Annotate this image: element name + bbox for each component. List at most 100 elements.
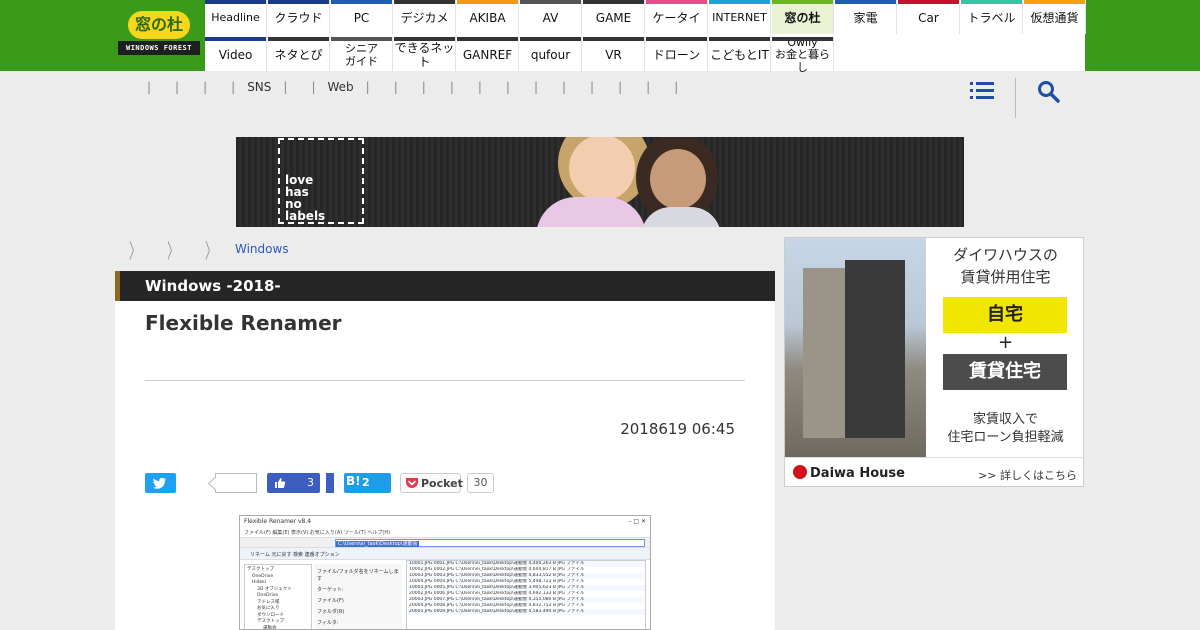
ad-more-link[interactable]: >> 詳しくはこちら (978, 467, 1077, 483)
nav-item-r1-9[interactable]: 窓の杜 (772, 0, 834, 34)
nav-item-label: 窓の杜 (784, 10, 821, 25)
nav-item-r1-6[interactable]: GAME (583, 0, 645, 34)
subnav-separator: | (231, 80, 236, 94)
subnav-separator: | (562, 80, 567, 94)
ad-banner[interactable]: love has no labels (236, 137, 964, 227)
banner-logo-box: love has no labels (278, 138, 364, 224)
nav-item-color-bar (331, 37, 392, 41)
window-controls-icon: – □ ✕ (628, 518, 646, 525)
nav-item-r1-5[interactable]: AV (520, 0, 582, 34)
nav-item-label: AV (542, 10, 559, 25)
subnav-separator: | (203, 80, 208, 94)
subnav-separator: | (618, 80, 623, 94)
site-logo[interactable]: 窓の杜 WINDOWS FOREST (118, 9, 200, 55)
ad-headline-line: ダイワハウスの (953, 246, 1058, 264)
sidebar-ad[interactable]: ダイワハウスの 賃貸併用住宅 自宅 + 賃貸住宅 家賃収入で 住宅ローン負担軽減… (784, 237, 1084, 487)
nav-item-r2-5[interactable]: qufour (520, 37, 582, 71)
nav-item-color-bar (709, 0, 770, 4)
nav-item-r1-2[interactable]: PC (331, 0, 393, 34)
nav-item-color-bar (520, 37, 581, 41)
pocket-button[interactable]: Pocket (400, 473, 463, 493)
category-subnav: | | | | SNS | | Web | | | | | | | | | | … (135, 79, 690, 95)
divider (145, 380, 745, 381)
menu-icon[interactable] (970, 80, 994, 102)
nav-item-label: こどもとIT (710, 47, 769, 62)
ad-brand: Daiwa House (793, 465, 905, 481)
subnav-separator: | (365, 80, 370, 94)
nav-item-r2-3[interactable]: できるネット (394, 37, 456, 71)
app-titlebar: Flexible Renamer v8.4 – □ ✕ (240, 516, 650, 528)
nav-item-r2-9[interactable]: Owlly お金と暮らし (772, 37, 834, 73)
nav-item-r1-12[interactable]: トラベル (961, 0, 1023, 34)
facebook-like-count: 3 (307, 476, 314, 489)
breadcrumb-link-windows[interactable]: Windows (235, 242, 289, 256)
chevron-right-icon: 〉 (167, 238, 179, 263)
nav-item-label: 仮想通貨 (1030, 10, 1079, 25)
app-pathbar: C:\Users\ei_taok\Desktop\運動会 (240, 537, 650, 548)
ad-brand-name: Daiwa House (810, 466, 905, 481)
app-screenshot[interactable]: Flexible Renamer v8.4 – □ ✕ ファイル(F) 編集(E… (239, 515, 651, 630)
subnav-item-web[interactable]: Web (328, 80, 354, 94)
chevron-right-icon: 〉 (129, 238, 141, 263)
hatena-bookmark-button[interactable]: B! 2 (344, 473, 391, 493)
search-icon[interactable] (1037, 80, 1061, 104)
nav-item-r1-11[interactable]: Car (898, 0, 960, 34)
chevron-right-icon: 〉 (205, 238, 217, 263)
daiwa-logo-icon (793, 465, 807, 479)
breadcrumb: 〉 〉 〉 Windows (125, 238, 289, 263)
twitter-bird-icon (153, 477, 166, 489)
facebook-like-button[interactable]: 3 (267, 473, 320, 493)
nav-item-r1-0[interactable]: Headline (205, 0, 267, 34)
nav-item-r1-13[interactable]: 仮想通貨 (1024, 0, 1086, 34)
nav-item-color-bar (646, 37, 707, 41)
nav-item-color-bar (331, 0, 392, 4)
top-bar: 窓の杜 WINDOWS FOREST Headline クラウド PC デジカメ AKI… (0, 0, 1200, 73)
nav-item-color-bar (520, 0, 581, 4)
nav-item-color-bar (898, 0, 959, 4)
nav-item-color-bar (646, 0, 707, 4)
app-file-row: 20005.JPG 0009.JPG C:\Users\ei_taok\Desk… (407, 609, 645, 615)
nav-item-color-bar (205, 0, 266, 4)
app-option-line: フォルダ(R) (317, 609, 345, 615)
nav-item-r2-6[interactable]: VR (583, 37, 645, 71)
nav-item-color-bar (772, 0, 833, 4)
banner-photo-face-left (569, 137, 635, 201)
nav-item-color-bar (772, 37, 833, 41)
nav-item-color-bar (709, 37, 770, 41)
nav-item-r2-4[interactable]: GANREF (457, 37, 519, 71)
subnav-separator: | (147, 80, 152, 94)
nav-item-r1-10[interactable]: 家電 (835, 0, 897, 34)
nav-item-color-bar (457, 0, 518, 4)
nav-item-r1-8[interactable]: INTERNET (709, 0, 771, 34)
app-option-line: ファイル(F) (317, 598, 344, 604)
ad-building-right (845, 260, 905, 438)
nav-item-label: ドローン (652, 47, 701, 62)
app-option-line: フィルタ: (317, 620, 339, 626)
nav-item-color-bar (961, 0, 1022, 4)
subnav-separator: | (505, 80, 510, 94)
subnav-separator: | (283, 80, 288, 94)
nav-item-r1-1[interactable]: クラウド (268, 0, 330, 34)
nav-item-r2-0[interactable]: Video (205, 37, 267, 71)
nav-item-r2-8[interactable]: こどもとIT (709, 37, 771, 71)
ad-headline: ダイワハウスの 賃貸併用住宅 (926, 244, 1083, 288)
nav-item-label: Headline (211, 11, 260, 25)
publish-date: 2018619 06:45 (620, 420, 735, 438)
facebook-share-button[interactable] (326, 473, 334, 493)
nav-item-r2-1[interactable]: ネタとぴ (268, 37, 330, 71)
app-tree-item: 運動会 (263, 625, 277, 630)
subnav-item-sns[interactable]: SNS (247, 80, 271, 94)
subnav-separator: | (477, 80, 482, 94)
subnav-separator: | (590, 80, 595, 94)
nav-item-r2-2[interactable]: シニア ガイド (331, 37, 393, 71)
nav-item-label: INTERNET (712, 11, 767, 25)
nav-item-r1-4[interactable]: AKIBA (457, 0, 519, 34)
nav-item-r2-7[interactable]: ドローン (646, 37, 708, 71)
pocket-label: Pocket (421, 477, 463, 490)
nav-item-label: PC (353, 10, 370, 25)
nav-item-label: GAME (595, 10, 632, 25)
nav-item-r1-3[interactable]: デジカメ (394, 0, 456, 34)
nav-item-r1-7[interactable]: ケータイ (646, 0, 708, 34)
header-divider (1015, 78, 1016, 118)
twitter-share-button[interactable] (145, 473, 176, 493)
